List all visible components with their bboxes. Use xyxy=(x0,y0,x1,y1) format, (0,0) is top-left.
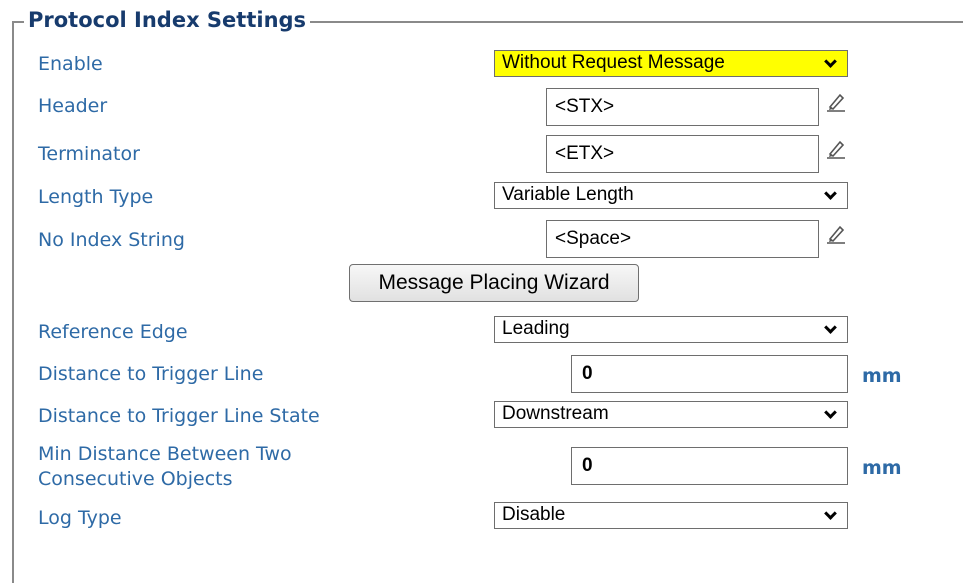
distance-trigger-input[interactable]: 0 xyxy=(571,355,848,393)
log-type-select[interactable]: Disable xyxy=(494,502,848,529)
distance-trigger-label: Distance to Trigger Line xyxy=(38,363,264,385)
reference-edge-value: Leading xyxy=(502,318,570,339)
header-label: Header xyxy=(38,95,108,117)
reference-edge-label: Reference Edge xyxy=(38,321,188,343)
reference-edge-select[interactable]: Leading xyxy=(494,316,848,343)
min-distance-input[interactable]: 0 xyxy=(571,447,848,485)
min-distance-label-line1: Min Distance Between Two xyxy=(38,443,292,465)
min-distance-label-line2: Consecutive Objects xyxy=(38,468,233,490)
pencil-icon[interactable] xyxy=(826,139,846,159)
length-type-select[interactable]: Variable Length xyxy=(494,182,848,209)
section-title: Protocol Index Settings xyxy=(24,6,311,34)
header-input[interactable]: <STX> xyxy=(546,88,819,126)
terminator-label: Terminator xyxy=(38,143,140,165)
length-type-value: Variable Length xyxy=(502,184,634,205)
pencil-icon[interactable] xyxy=(826,224,846,244)
terminator-input[interactable]: <ETX> xyxy=(546,135,819,173)
chevron-down-icon xyxy=(824,321,837,334)
settings-fieldset xyxy=(12,21,963,583)
message-placing-wizard-button[interactable]: Message Placing Wizard xyxy=(349,264,639,302)
length-type-label: Length Type xyxy=(38,186,154,208)
no-index-string-input[interactable]: <Space> xyxy=(546,220,819,258)
enable-select[interactable]: Without Request Message xyxy=(494,50,848,77)
chevron-down-icon xyxy=(824,406,837,419)
chevron-down-icon xyxy=(824,55,837,68)
distance-trigger-state-value: Downstream xyxy=(502,403,609,424)
min-distance-unit: mm xyxy=(862,457,902,479)
enable-label: Enable xyxy=(38,53,103,75)
enable-value: Without Request Message xyxy=(502,52,725,73)
pencil-icon[interactable] xyxy=(826,92,846,112)
chevron-down-icon xyxy=(824,507,837,520)
distance-trigger-unit: mm xyxy=(862,365,902,387)
log-type-value: Disable xyxy=(502,504,566,525)
no-index-string-label: No Index String xyxy=(38,229,185,251)
chevron-down-icon xyxy=(824,187,837,200)
distance-trigger-state-select[interactable]: Downstream xyxy=(494,401,848,428)
distance-trigger-state-label: Distance to Trigger Line State xyxy=(38,405,320,427)
log-type-label: Log Type xyxy=(38,507,122,529)
